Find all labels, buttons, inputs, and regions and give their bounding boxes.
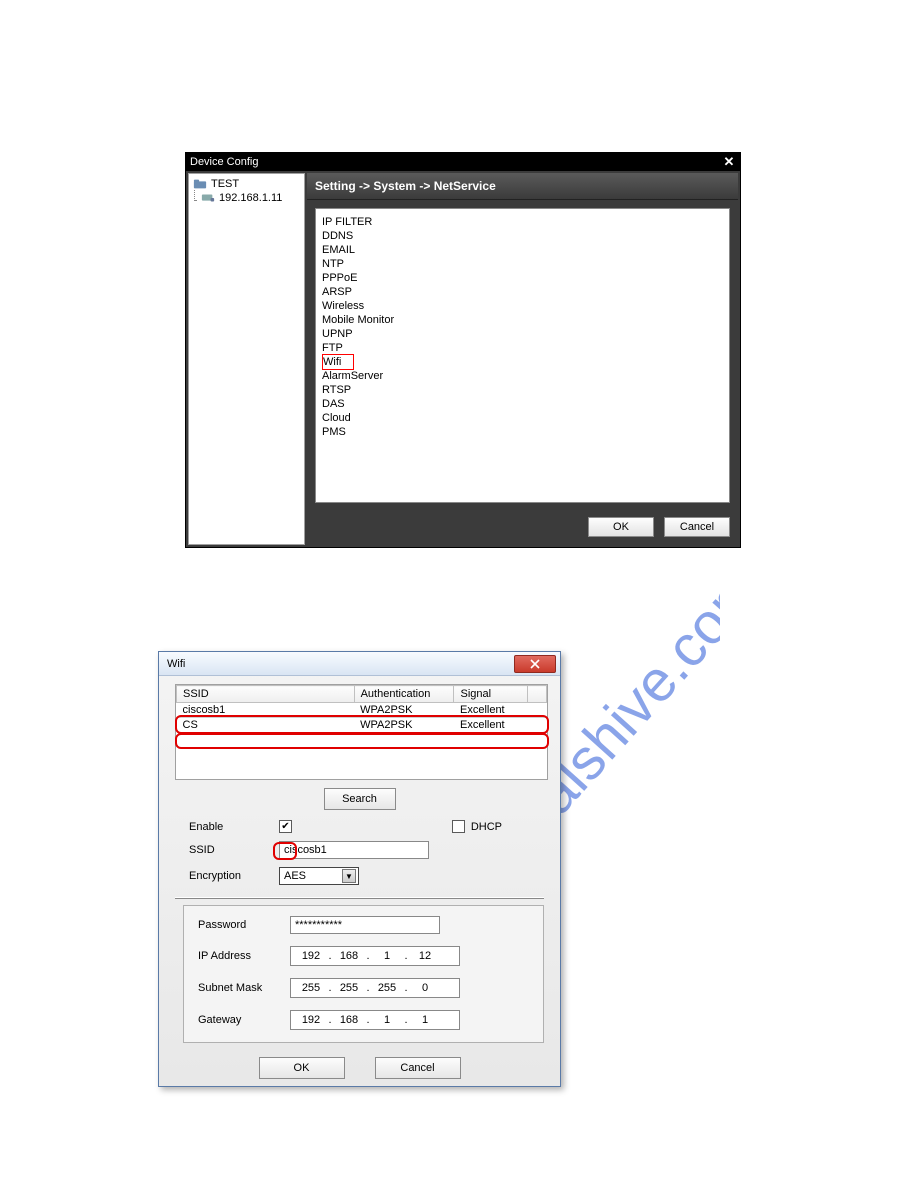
close-icon[interactable]: ✕ [718,153,740,171]
search-button[interactable]: Search [324,788,396,810]
wifi-title: Wifi [167,658,185,670]
cell-auth: WPA2PSK [354,718,454,733]
netservice-item[interactable]: Wireless [322,299,723,313]
subnet-mask-input[interactable]: 255. 255. 255. 0 [290,978,460,998]
netservice-item[interactable]: RTSP [322,383,723,397]
netservice-list[interactable]: IP FILTERDDNSEMAILNTPPPPoEARSPWirelessMo… [315,208,730,503]
breadcrumb: Setting -> System -> NetService [307,173,738,200]
netservice-item[interactable]: AlarmServer [322,369,723,383]
network-fields-group: Password *********** IP Address 192. 168… [183,905,544,1043]
separator [175,897,544,899]
device-icon [201,192,215,204]
encryption-label: Encryption [189,870,279,882]
password-label: Password [198,919,290,931]
encryption-value: AES [284,870,306,882]
col-spacer [528,686,547,703]
wifi-titlebar: Wifi [159,652,560,676]
device-config-window: Device Config ✕ TEST 192.168.1.11 Settin… [185,152,741,548]
ssid-label: SSID [189,844,279,856]
netservice-item[interactable]: UPNP [322,327,723,341]
ok-button[interactable]: OK [588,517,654,537]
enable-label: Enable [189,821,279,833]
chevron-down-icon: ▼ [342,869,356,883]
col-signal[interactable]: Signal [454,686,528,703]
netservice-item[interactable]: PPPoE [322,271,723,285]
device-tree[interactable]: TEST 192.168.1.11 [188,173,305,545]
cell-ssid: ciscosb1 [177,703,355,718]
tree-root-label: TEST [211,178,239,190]
wifi-window: Wifi SSID Authentication Signal ciscosb1… [158,651,561,1087]
cancel-button[interactable]: Cancel [664,517,730,537]
netservice-item[interactable]: DAS [322,397,723,411]
dhcp-checkbox[interactable] [452,820,465,833]
netservice-item[interactable]: EMAIL [322,243,723,257]
netservice-item[interactable]: IP FILTER [322,215,723,229]
tree-child-node[interactable]: 192.168.1.11 [191,192,302,204]
col-ssid[interactable]: SSID [177,686,355,703]
tree-root-node[interactable]: TEST [191,178,302,190]
cell-ssid: CS [177,718,355,733]
netservice-panel: Setting -> System -> NetService IP FILTE… [307,173,738,545]
col-auth[interactable]: Authentication [354,686,454,703]
ip-label: IP Address [198,950,290,962]
folder-icon [193,178,207,190]
netservice-item[interactable]: PMS [322,425,723,439]
cell-signal: Excellent [454,703,528,718]
dhcp-label: DHCP [471,821,502,833]
cell-signal: Excellent [454,718,528,733]
ip-address-input[interactable]: 192. 168. 1. 12 [290,946,460,966]
cell-auth: WPA2PSK [354,703,454,718]
encryption-select[interactable]: AES ▼ [279,867,359,885]
cancel-button[interactable]: Cancel [375,1057,461,1079]
netservice-item[interactable]: Cloud [322,411,723,425]
subnet-label: Subnet Mask [198,982,290,994]
gateway-label: Gateway [198,1014,290,1026]
gateway-input[interactable]: 192. 168. 1. 1 [290,1010,460,1030]
password-input[interactable]: *********** [290,916,440,934]
table-row[interactable]: CSWPA2PSKExcellent [177,718,547,733]
device-config-titlebar: Device Config ✕ [186,153,740,171]
ok-button[interactable]: OK [259,1057,345,1079]
enable-checkbox[interactable]: ✔ [279,820,292,833]
netservice-item[interactable]: Wifi [322,354,354,370]
ssid-input[interactable]: ciscosb1 [279,841,429,859]
tree-child-label: 192.168.1.11 [219,192,282,204]
close-icon [530,659,540,669]
device-config-title: Device Config [190,156,258,168]
netservice-item[interactable]: ARSP [322,285,723,299]
netservice-item[interactable]: DDNS [322,229,723,243]
netservice-item[interactable]: NTP [322,257,723,271]
table-row[interactable]: ciscosb1WPA2PSKExcellent [177,703,547,718]
close-button[interactable] [514,655,556,673]
wifi-network-table[interactable]: SSID Authentication Signal ciscosb1WPA2P… [175,684,548,780]
netservice-item[interactable]: FTP [322,341,723,355]
netservice-item[interactable]: Mobile Monitor [322,313,723,327]
